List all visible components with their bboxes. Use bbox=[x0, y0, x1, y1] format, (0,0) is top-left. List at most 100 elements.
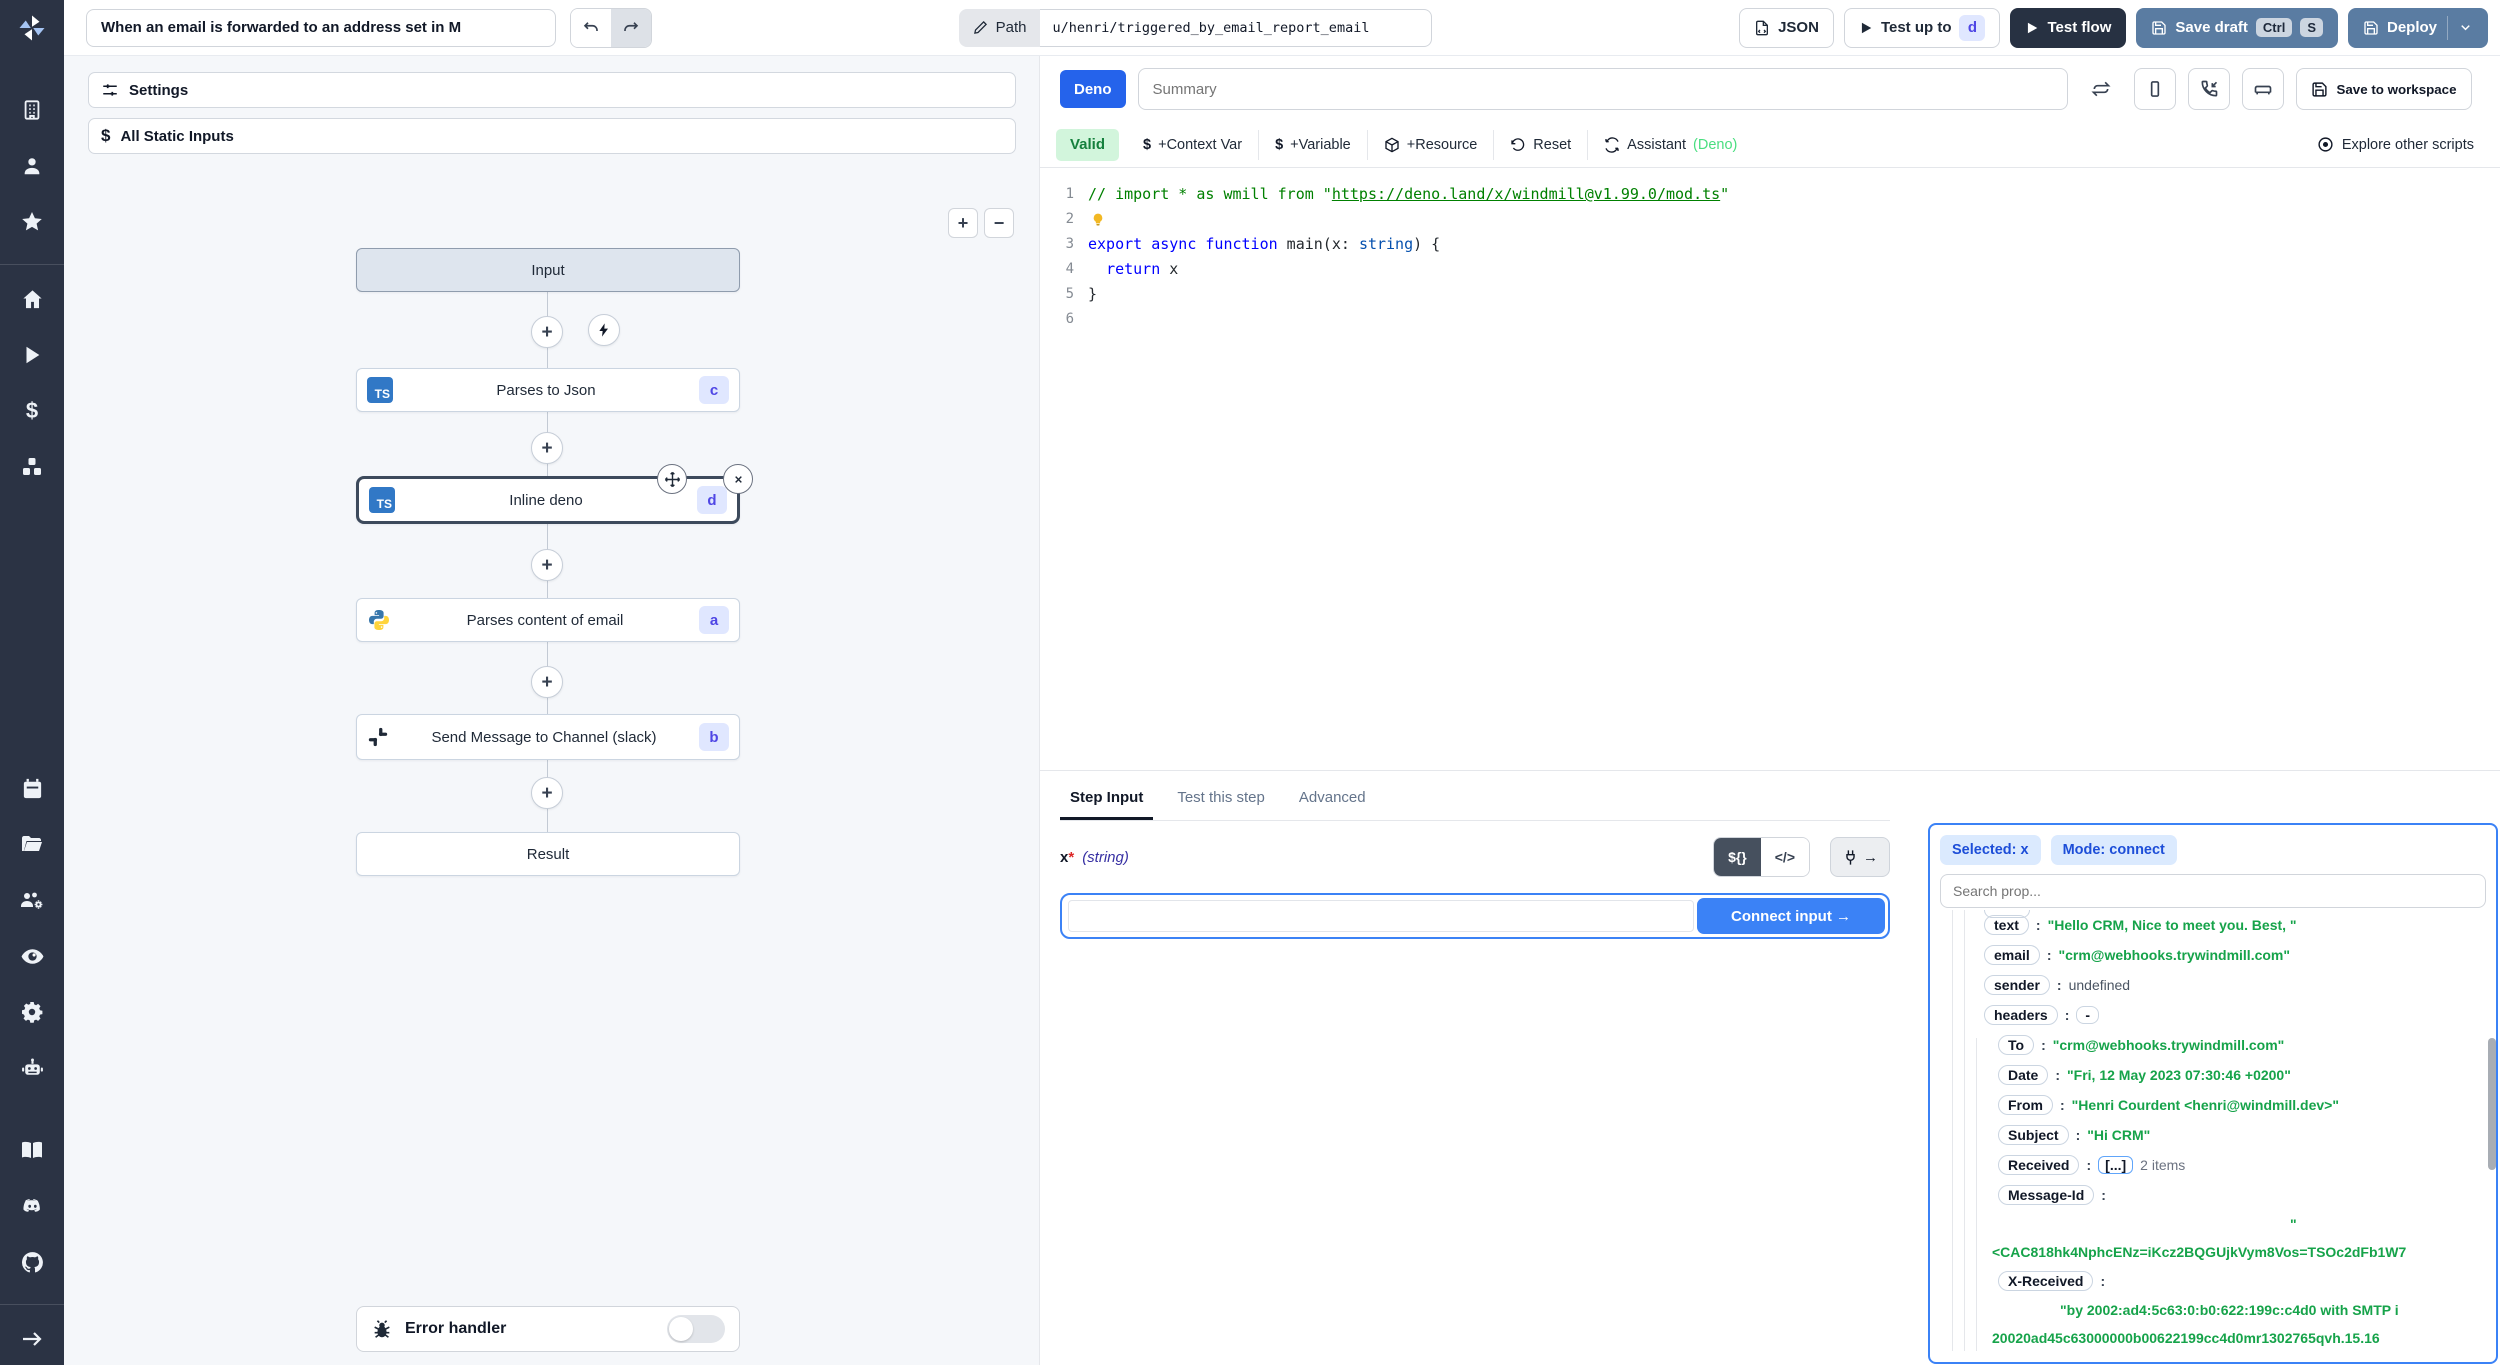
prop-key-pill[interactable]: email bbox=[1984, 945, 2040, 965]
array-expand-pill[interactable]: [...] bbox=[2098, 1156, 2134, 1174]
flow-node-parses-content-of-email[interactable]: Parses content of email a bbox=[356, 598, 740, 642]
explore-other-scripts-button[interactable]: Explore other scripts bbox=[2317, 136, 2484, 153]
assistant-button[interactable]: Assistant (Deno) bbox=[1588, 130, 1753, 160]
add-context-var-button[interactable]: $ +Context Var bbox=[1127, 130, 1258, 160]
schedule-calendar-icon[interactable] bbox=[12, 768, 52, 808]
add-step-button[interactable]: + bbox=[531, 549, 563, 581]
github-icon[interactable] bbox=[12, 1242, 52, 1282]
tab-step-input[interactable]: Step Input bbox=[1060, 777, 1154, 820]
collapse-sidebar-arrow-icon[interactable] bbox=[12, 1319, 52, 1359]
prop-row-received[interactable]: Received: [...] 2 items bbox=[1940, 1150, 2486, 1180]
code-lines[interactable]: // import * as wmill from " https://deno.… bbox=[1088, 182, 2500, 770]
flow-node-input[interactable]: Input bbox=[356, 248, 740, 292]
connect-input-button[interactable]: Connect input → bbox=[1697, 898, 1885, 934]
add-variable-button[interactable]: $ +Variable bbox=[1259, 130, 1367, 160]
prop-row-headers[interactable]: headers: - bbox=[1940, 1000, 2486, 1030]
prop-row-x-received[interactable]: X-Received: bbox=[1940, 1266, 2486, 1296]
template-mode-segment[interactable]: ${} bbox=[1714, 838, 1761, 876]
prop-row-sender[interactable]: sender: undefined bbox=[1940, 970, 2486, 1000]
gear-icon[interactable] bbox=[12, 992, 52, 1032]
add-step-button[interactable]: + bbox=[531, 666, 563, 698]
prop-key-pill[interactable]: Subject bbox=[1998, 1125, 2069, 1145]
swap-editor-icon[interactable] bbox=[2079, 68, 2122, 110]
add-resource-button[interactable]: +Resource bbox=[1368, 130, 1494, 160]
home-icon[interactable] bbox=[12, 279, 52, 319]
connect-plug-button[interactable]: → bbox=[1830, 837, 1890, 877]
add-step-button[interactable]: + bbox=[531, 316, 563, 348]
cubes-icon[interactable] bbox=[12, 447, 52, 487]
code-editor[interactable]: 123456 // import * as wmill from " https:… bbox=[1040, 168, 2500, 770]
prop-key-pill[interactable]: X-Received bbox=[1998, 1271, 2094, 1291]
code-line[interactable] bbox=[1088, 207, 2500, 232]
prop-tree[interactable]: text: "Hello CRM, Nice to meet you. Best,… bbox=[1940, 910, 2486, 1351]
prop-key-pill[interactable]: Received bbox=[1998, 1155, 2080, 1175]
test-up-to-button[interactable]: Test up to d bbox=[1843, 7, 2001, 48]
prop-key-pill[interactable]: From bbox=[1998, 1095, 2053, 1115]
prop-row-subject[interactable]: Subject: "Hi CRM" bbox=[1940, 1120, 2486, 1150]
language-badge[interactable]: Deno bbox=[1060, 70, 1126, 108]
flow-title-input[interactable] bbox=[86, 8, 556, 47]
test-flow-button[interactable]: Test flow bbox=[2010, 7, 2127, 48]
prop-key-pill[interactable]: Message-Id bbox=[1998, 1185, 2095, 1205]
tab-test-this-step[interactable]: Test this step bbox=[1167, 777, 1275, 820]
reset-button[interactable]: Reset bbox=[1494, 130, 1587, 160]
tree-scrollbar-thumb[interactable] bbox=[2488, 1038, 2496, 1170]
flow-node-send-message-slack[interactable]: Send Message to Channel (slack) b bbox=[356, 714, 740, 760]
tab-advanced[interactable]: Advanced bbox=[1289, 777, 1376, 820]
redo-button[interactable] bbox=[611, 8, 651, 47]
phone-incoming-icon[interactable] bbox=[2187, 68, 2230, 110]
code-line[interactable]: return x bbox=[1088, 257, 2500, 282]
robot-icon[interactable] bbox=[12, 1048, 52, 1088]
error-handler-toggle[interactable] bbox=[667, 1315, 725, 1343]
search-prop-input[interactable] bbox=[1940, 874, 2486, 908]
building-icon[interactable] bbox=[12, 90, 52, 130]
prop-key-pill[interactable]: To bbox=[1998, 1035, 2035, 1055]
code-mode-segment[interactable]: </> bbox=[1760, 838, 1809, 876]
eye-icon[interactable] bbox=[12, 936, 52, 976]
prop-key-pill[interactable]: headers bbox=[1984, 1005, 2058, 1025]
user-group-gear-icon[interactable] bbox=[12, 880, 52, 920]
add-step-button[interactable]: + bbox=[531, 777, 563, 809]
all-static-inputs-button[interactable]: $ All Static Inputs bbox=[88, 118, 1016, 154]
json-button[interactable]: JSON bbox=[1739, 7, 1834, 48]
summary-input[interactable] bbox=[1137, 68, 2068, 110]
dollar-icon[interactable]: $ bbox=[12, 391, 52, 431]
path-input[interactable] bbox=[1040, 8, 1433, 47]
prop-row-email[interactable]: email: "crm@webhooks.trywindmill.com" bbox=[1940, 940, 2486, 970]
dock-view-icon[interactable] bbox=[2241, 68, 2284, 110]
prop-row-date[interactable]: Date: "Fri, 12 May 2023 07:30:46 +0200" bbox=[1940, 1060, 2486, 1090]
zoom-in-button[interactable]: + bbox=[948, 208, 978, 238]
code-line[interactable]: } bbox=[1088, 282, 2500, 307]
delete-step-icon[interactable] bbox=[723, 464, 753, 494]
book-open-icon[interactable] bbox=[12, 1130, 52, 1170]
x-value-input[interactable] bbox=[1068, 900, 1694, 932]
save-draft-button[interactable]: Save draft Ctrl S bbox=[2136, 7, 2338, 48]
code-line[interactable] bbox=[1088, 307, 2500, 332]
prop-key-pill[interactable]: Date bbox=[1998, 1065, 2049, 1085]
folder-open-icon[interactable] bbox=[12, 824, 52, 864]
windmill-logo[interactable] bbox=[0, 0, 64, 56]
user-icon[interactable] bbox=[12, 146, 52, 186]
prop-key-pill[interactable]: sender bbox=[1984, 975, 2050, 995]
zoom-out-button[interactable]: − bbox=[984, 208, 1014, 238]
discord-icon[interactable] bbox=[12, 1186, 52, 1226]
move-step-handle-icon[interactable] bbox=[657, 464, 687, 494]
deploy-button[interactable]: Deploy bbox=[2347, 7, 2488, 48]
trigger-lightning-button[interactable] bbox=[588, 314, 620, 346]
panel-layout-icon[interactable] bbox=[2133, 68, 2176, 110]
flow-node-parses-to-json[interactable]: TS Parses to Json c bbox=[356, 368, 740, 412]
prop-key-pill[interactable]: text bbox=[1984, 915, 2029, 935]
prop-row-from[interactable]: From: "Henri Courdent <henri@windmill.dev… bbox=[1940, 1090, 2486, 1120]
save-to-workspace-button[interactable]: Save to workspace bbox=[2295, 68, 2472, 110]
undo-button[interactable] bbox=[571, 8, 611, 47]
prop-row-message-id[interactable]: Message-Id: bbox=[1940, 1180, 2486, 1210]
add-step-button[interactable]: + bbox=[531, 432, 563, 464]
code-line[interactable]: // import * as wmill from " https://deno.… bbox=[1088, 182, 2500, 207]
collapse-toggle[interactable]: - bbox=[2076, 1006, 2100, 1024]
flow-settings-button[interactable]: Settings bbox=[88, 72, 1016, 108]
code-line[interactable]: export async function main(x: string) { bbox=[1088, 232, 2500, 257]
play-icon[interactable] bbox=[12, 335, 52, 375]
lightbulb-suggestion-icon[interactable] bbox=[1090, 212, 1106, 228]
star-icon[interactable] bbox=[12, 202, 52, 242]
prop-row-to[interactable]: To: "crm@webhooks.trywindmill.com" bbox=[1940, 1030, 2486, 1060]
